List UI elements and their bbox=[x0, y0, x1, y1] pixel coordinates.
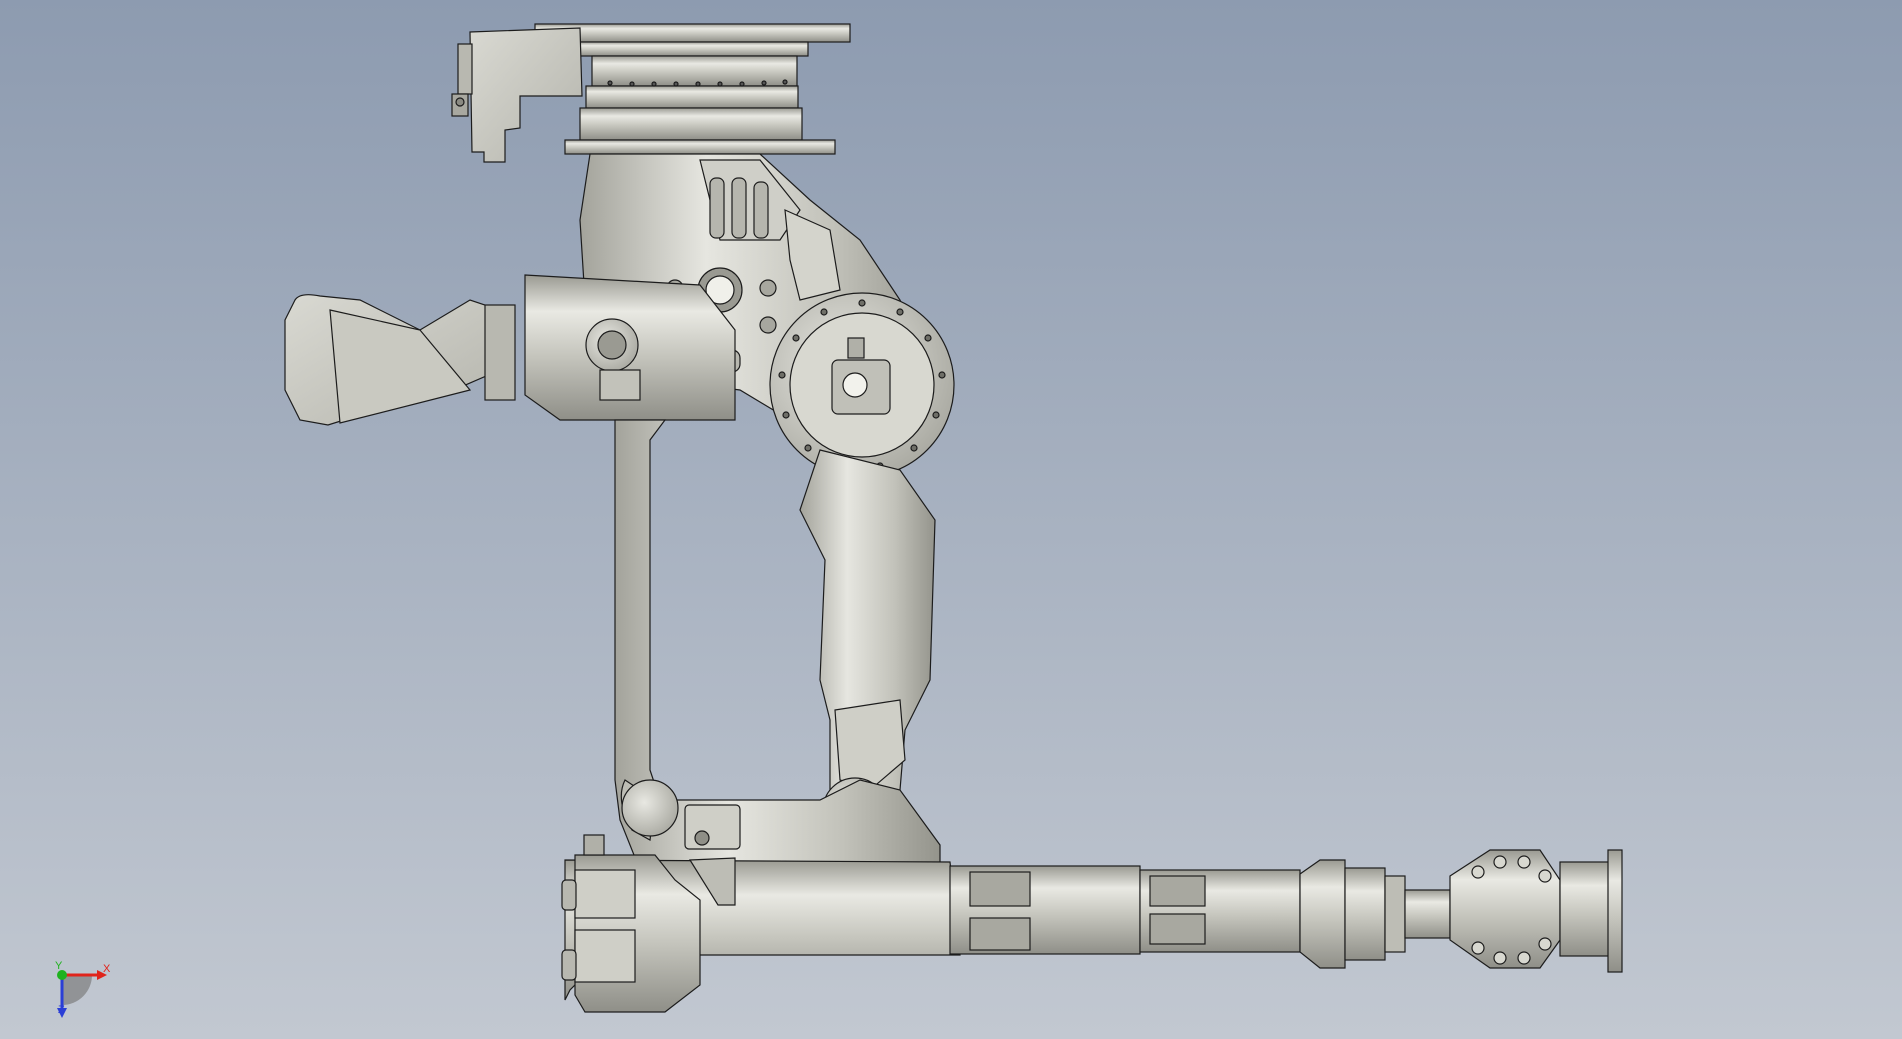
joint-2-housing bbox=[769, 292, 955, 478]
base-motor-bracket bbox=[451, 27, 583, 163]
axis-triad bbox=[57, 970, 107, 1018]
cad-viewport[interactable]: X Y Z bbox=[0, 0, 1902, 1039]
axis-y-label: Y bbox=[55, 960, 63, 972]
robot-arm-model[interactable] bbox=[0, 0, 1902, 1039]
axis-x-label: X bbox=[103, 963, 111, 975]
axis-z-label: Z bbox=[58, 1004, 65, 1016]
balancer-cylinder bbox=[284, 274, 736, 426]
wrist-assembly bbox=[1449, 849, 1623, 973]
